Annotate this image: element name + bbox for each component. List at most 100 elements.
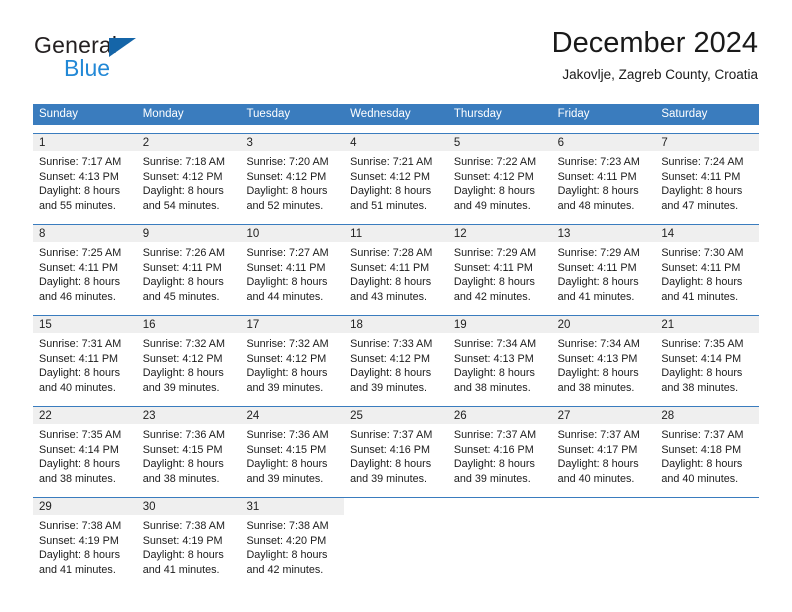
day-cell[interactable]: 29 Sunrise: 7:38 AM Sunset: 4:19 PM Dayl…	[33, 498, 137, 580]
day-cell[interactable]: 26 Sunrise: 7:37 AM Sunset: 4:16 PM Dayl…	[447, 407, 552, 489]
page-subtitle: Jakovlje, Zagreb County, Croatia	[562, 67, 758, 83]
day-cell[interactable]: 30 Sunrise: 7:38 AM Sunset: 4:19 PM Dayl…	[136, 498, 241, 580]
sunset-text: Sunset: 4:12 PM	[246, 352, 327, 365]
weekday-wednesday: Wednesday	[350, 108, 411, 120]
day-cell[interactable]: 11 Sunrise: 7:28 AM Sunset: 4:11 PM Dayl…	[344, 225, 448, 307]
day-cell[interactable]: 17 Sunrise: 7:32 AM Sunset: 4:12 PM Dayl…	[240, 316, 345, 398]
daylight-text-line2: and 39 minutes.	[142, 381, 220, 394]
daylight-text-line2: and 38 minutes.	[661, 381, 739, 394]
sunrise-text: Sunrise: 7:29 AM	[453, 247, 537, 259]
sunset-text: Sunset: 4:16 PM	[453, 443, 534, 456]
day-number: 27	[551, 407, 656, 424]
weekday-sunday: Sunday	[39, 108, 79, 120]
day-details: Sunrise: 7:21 AM Sunset: 4:12 PM Dayligh…	[344, 151, 448, 213]
day-number: 2	[136, 134, 241, 151]
daylight-text-line1: Daylight: 8 hours	[39, 458, 121, 471]
day-number: 17	[240, 316, 345, 333]
day-cell[interactable]: 3 Sunrise: 7:20 AM Sunset: 4:12 PM Dayli…	[240, 134, 345, 216]
day-cell[interactable]: 13 Sunrise: 7:29 AM Sunset: 4:11 PM Dayl…	[551, 225, 656, 307]
daylight-text-line1: Daylight: 8 hours	[557, 367, 639, 380]
day-cell[interactable]: 25 Sunrise: 7:37 AM Sunset: 4:16 PM Dayl…	[344, 407, 448, 489]
sunset-text: Sunset: 4:12 PM	[453, 170, 534, 183]
day-details: Sunrise: 7:32 AM Sunset: 4:12 PM Dayligh…	[137, 333, 241, 395]
daylight-text-line1: Daylight: 8 hours	[350, 458, 432, 471]
day-details: Sunrise: 7:36 AM Sunset: 4:15 PM Dayligh…	[137, 424, 241, 486]
sunrise-text: Sunrise: 7:38 AM	[142, 520, 225, 532]
logo-general-blue[interactable]: General Blue	[34, 32, 274, 84]
day-number	[551, 498, 656, 515]
daylight-text-line1: Daylight: 8 hours	[39, 276, 121, 289]
daylight-text-line2: and 38 minutes.	[453, 381, 531, 394]
sunset-text: Sunset: 4:12 PM	[142, 170, 223, 183]
weekday-monday: Monday	[142, 108, 184, 120]
day-cell[interactable]: 23 Sunrise: 7:36 AM Sunset: 4:15 PM Dayl…	[136, 407, 241, 489]
sunset-text: Sunset: 4:17 PM	[557, 443, 638, 456]
day-details: Sunrise: 7:18 AM Sunset: 4:12 PM Dayligh…	[137, 151, 241, 213]
daylight-text-line2: and 41 minutes.	[661, 290, 739, 303]
daylight-text-line1: Daylight: 8 hours	[453, 276, 535, 289]
daylight-text-line1: Daylight: 8 hours	[246, 549, 328, 562]
sunrise-text: Sunrise: 7:31 AM	[39, 338, 122, 350]
day-cell[interactable]: 12 Sunrise: 7:29 AM Sunset: 4:11 PM Dayl…	[447, 225, 552, 307]
sunset-text: Sunset: 4:12 PM	[350, 352, 430, 365]
sunset-text: Sunset: 4:11 PM	[453, 261, 533, 274]
sunrise-text: Sunrise: 7:26 AM	[142, 247, 225, 259]
sunset-text: Sunset: 4:19 PM	[39, 534, 119, 547]
day-cell[interactable]: 5 Sunrise: 7:22 AM Sunset: 4:12 PM Dayli…	[447, 134, 552, 216]
day-cell[interactable]: 2 Sunrise: 7:18 AM Sunset: 4:12 PM Dayli…	[136, 134, 241, 216]
weekday-friday: Friday	[557, 108, 590, 120]
day-cell[interactable]: 21 Sunrise: 7:35 AM Sunset: 4:14 PM Dayl…	[655, 316, 760, 398]
day-details: Sunrise: 7:37 AM Sunset: 4:16 PM Dayligh…	[344, 424, 448, 486]
sunset-text: Sunset: 4:12 PM	[142, 352, 223, 365]
day-details: Sunrise: 7:20 AM Sunset: 4:12 PM Dayligh…	[240, 151, 344, 213]
day-cell[interactable]: 31 Sunrise: 7:38 AM Sunset: 4:20 PM Dayl…	[240, 498, 345, 580]
day-cell[interactable]: 16 Sunrise: 7:32 AM Sunset: 4:12 PM Dayl…	[136, 316, 241, 398]
day-cell[interactable]: 6 Sunrise: 7:23 AM Sunset: 4:11 PM Dayli…	[551, 134, 656, 216]
weekday-header-row: Sunday Monday Tuesday Wednesday Thursday…	[33, 104, 759, 125]
daylight-text-line2: and 51 minutes.	[350, 199, 427, 212]
sunset-text: Sunset: 4:12 PM	[350, 170, 430, 183]
day-cell[interactable]: 14 Sunrise: 7:30 AM Sunset: 4:11 PM Dayl…	[655, 225, 760, 307]
sunset-text: Sunset: 4:11 PM	[557, 261, 637, 274]
daylight-text-line2: and 39 minutes.	[453, 472, 531, 485]
day-cell[interactable]: 28 Sunrise: 7:37 AM Sunset: 4:18 PM Dayl…	[655, 407, 760, 489]
sunrise-text: Sunrise: 7:37 AM	[661, 429, 744, 441]
day-cell[interactable]: 20 Sunrise: 7:34 AM Sunset: 4:13 PM Dayl…	[551, 316, 656, 398]
daylight-text-line1: Daylight: 8 hours	[142, 185, 224, 198]
sunset-text: Sunset: 4:15 PM	[142, 443, 223, 456]
day-cell[interactable]: 15 Sunrise: 7:31 AM Sunset: 4:11 PM Dayl…	[33, 316, 137, 398]
day-details: Sunrise: 7:32 AM Sunset: 4:12 PM Dayligh…	[240, 333, 344, 395]
sunrise-text: Sunrise: 7:36 AM	[142, 429, 225, 441]
day-cell[interactable]: 4 Sunrise: 7:21 AM Sunset: 4:12 PM Dayli…	[344, 134, 448, 216]
day-cell[interactable]: 9 Sunrise: 7:26 AM Sunset: 4:11 PM Dayli…	[136, 225, 241, 307]
sunrise-text: Sunrise: 7:35 AM	[39, 429, 122, 441]
week-row: 15 Sunrise: 7:31 AM Sunset: 4:11 PM Dayl…	[33, 315, 760, 398]
day-cell[interactable]: 19 Sunrise: 7:34 AM Sunset: 4:13 PM Dayl…	[447, 316, 552, 398]
day-cell[interactable]: 7 Sunrise: 7:24 AM Sunset: 4:11 PM Dayli…	[655, 134, 760, 216]
sunrise-text: Sunrise: 7:29 AM	[557, 247, 640, 259]
day-cell[interactable]: 24 Sunrise: 7:36 AM Sunset: 4:15 PM Dayl…	[240, 407, 345, 489]
daylight-text-line2: and 41 minutes.	[142, 563, 220, 576]
day-number: 24	[240, 407, 345, 424]
daylight-text-line1: Daylight: 8 hours	[246, 458, 328, 471]
day-number: 26	[447, 407, 552, 424]
day-cell[interactable]: 10 Sunrise: 7:27 AM Sunset: 4:11 PM Dayl…	[240, 225, 345, 307]
daylight-text-line2: and 41 minutes.	[557, 290, 635, 303]
day-cell[interactable]: 8 Sunrise: 7:25 AM Sunset: 4:11 PM Dayli…	[33, 225, 137, 307]
sunrise-text: Sunrise: 7:32 AM	[246, 338, 329, 350]
sunrise-text: Sunrise: 7:20 AM	[246, 156, 329, 168]
sunset-text: Sunset: 4:15 PM	[246, 443, 327, 456]
day-details: Sunrise: 7:38 AM Sunset: 4:20 PM Dayligh…	[240, 515, 344, 577]
sunrise-text: Sunrise: 7:32 AM	[142, 338, 225, 350]
sunset-text: Sunset: 4:11 PM	[350, 261, 430, 274]
sunset-text: Sunset: 4:13 PM	[557, 352, 638, 365]
day-cell[interactable]: 27 Sunrise: 7:37 AM Sunset: 4:17 PM Dayl…	[551, 407, 656, 489]
daylight-text-line2: and 49 minutes.	[453, 199, 531, 212]
sunset-text: Sunset: 4:13 PM	[453, 352, 534, 365]
day-cell[interactable]: 22 Sunrise: 7:35 AM Sunset: 4:14 PM Dayl…	[33, 407, 137, 489]
day-details: Sunrise: 7:37 AM Sunset: 4:17 PM Dayligh…	[552, 424, 656, 486]
day-cell[interactable]: 18 Sunrise: 7:33 AM Sunset: 4:12 PM Dayl…	[344, 316, 448, 398]
sunset-text: Sunset: 4:11 PM	[246, 261, 326, 274]
sunset-text: Sunset: 4:14 PM	[661, 352, 742, 365]
day-cell[interactable]: 1 Sunrise: 7:17 AM Sunset: 4:13 PM Dayli…	[33, 134, 137, 216]
